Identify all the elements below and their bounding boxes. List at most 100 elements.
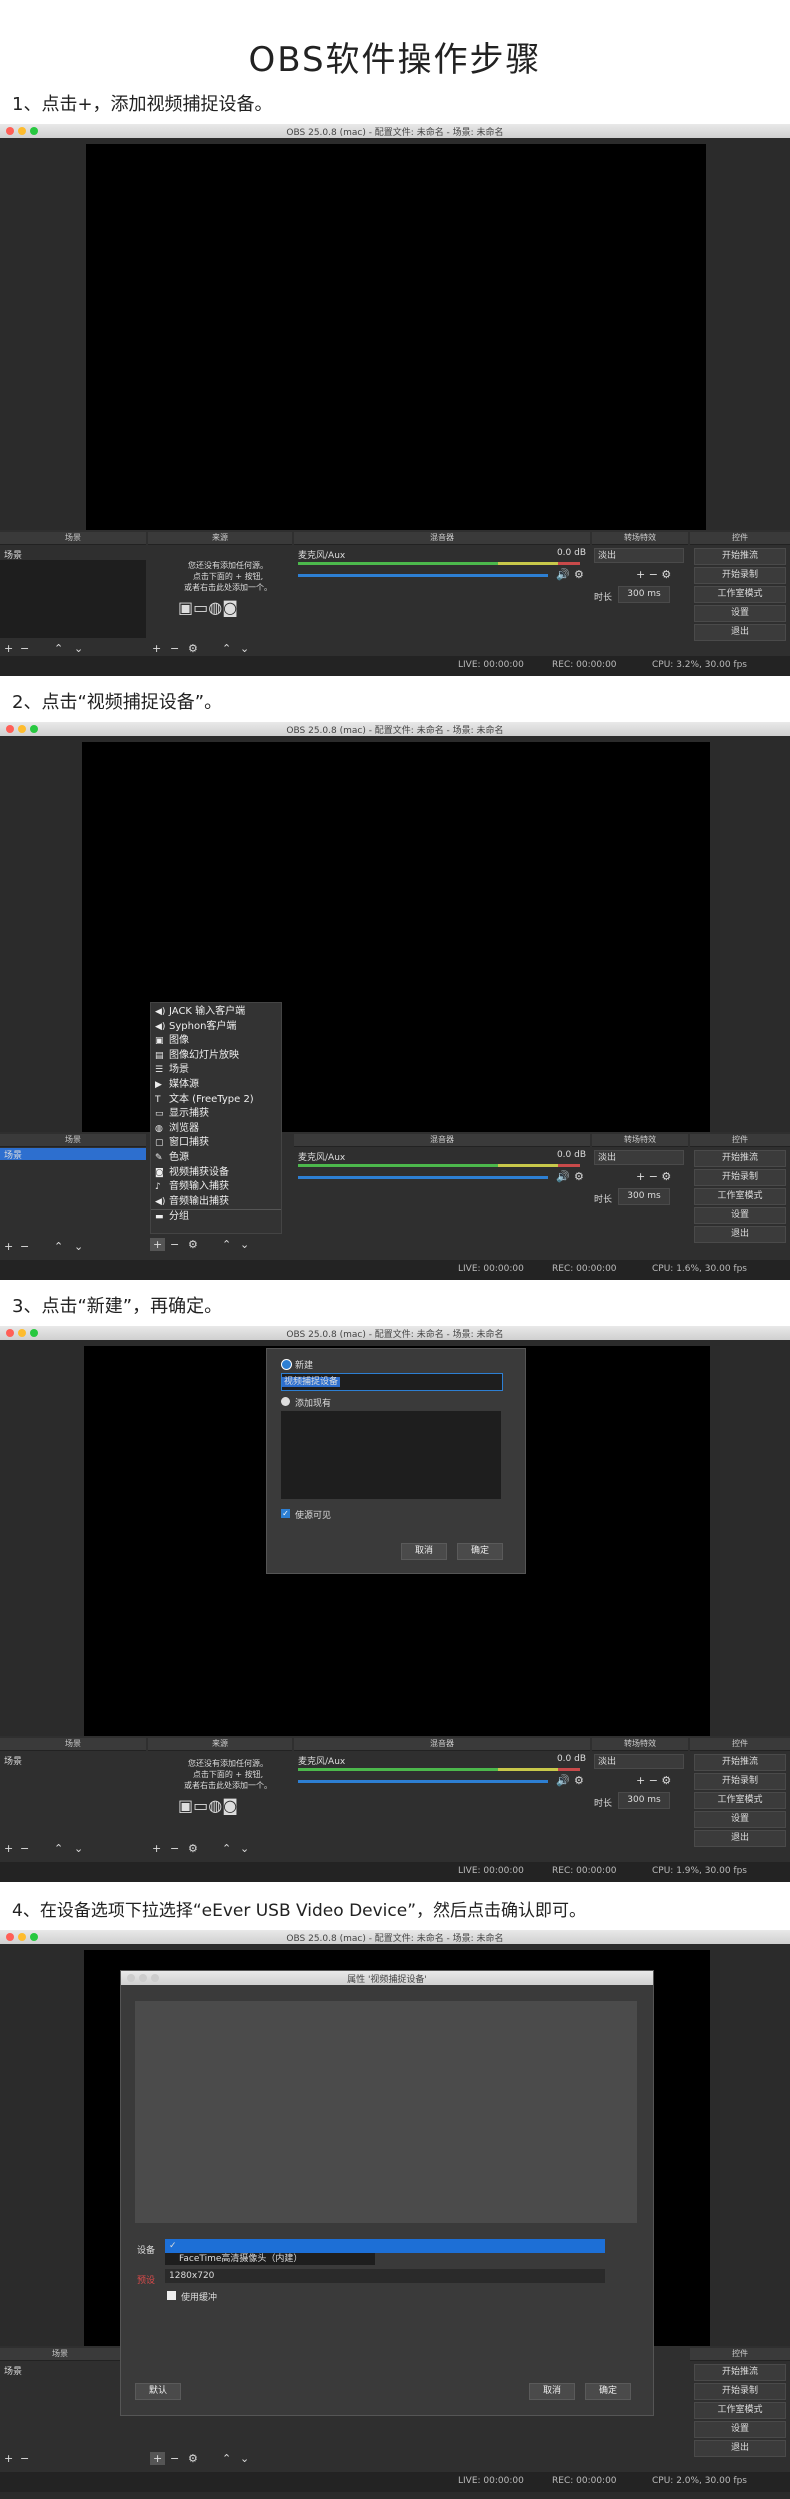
menu-item[interactable]: ▭ 显示捕获 (151, 1107, 281, 1122)
add-scene-icon[interactable]: + (4, 2452, 13, 2465)
menu-item[interactable]: ▶ 媒体源 (151, 1078, 281, 1093)
start-streaming-button[interactable]: 开始推流 (694, 2364, 786, 2381)
transition-select[interactable]: 淡出 (594, 548, 684, 563)
volume-slider[interactable] (298, 1176, 548, 1179)
gear-icon[interactable]: ⚙ (574, 1170, 584, 1183)
defaults-button[interactable]: 默认 (135, 2383, 181, 2400)
ok-button[interactable]: 确定 (457, 1543, 503, 1560)
settings-button[interactable]: 设置 (694, 1207, 786, 1224)
start-streaming-button[interactable]: 开始推流 (694, 548, 786, 565)
remove-source-icon[interactable]: − (170, 1238, 179, 1251)
menu-item[interactable]: ▢ 窗口捕获 (151, 1136, 281, 1151)
scene-item[interactable]: 场景 (4, 1754, 22, 1767)
cancel-button[interactable]: 取消 (401, 1543, 447, 1560)
speaker-icon[interactable]: 🔊 (556, 1170, 570, 1183)
add-transition-icon[interactable]: + − ⚙ (636, 568, 671, 581)
scene-item[interactable]: 场景 (0, 1148, 146, 1161)
scene-item[interactable]: 场景 (4, 2364, 22, 2377)
start-recording-button[interactable]: 开始录制 (694, 1773, 786, 1790)
move-up-icon[interactable]: ⌃ (54, 1842, 63, 1855)
remove-source-icon[interactable]: − (170, 642, 179, 655)
transition-select[interactable]: 淡出 (594, 1754, 684, 1769)
move-up-icon[interactable]: ⌃ (222, 1238, 231, 1251)
add-source-icon[interactable]: + (150, 1238, 166, 1251)
settings-button[interactable]: 设置 (694, 1811, 786, 1828)
move-up-icon[interactable]: ⌃ (222, 642, 231, 655)
add-source-icon[interactable]: + (150, 2452, 166, 2465)
gear-icon[interactable]: ⚙ (188, 2452, 198, 2465)
add-source-icon[interactable]: + (152, 1842, 161, 1855)
move-up-icon[interactable]: ⌃ (54, 642, 63, 655)
gear-icon[interactable]: ⚙ (188, 642, 198, 655)
duration-input[interactable]: 300 ms (618, 586, 670, 603)
move-down-icon[interactable]: ⌄ (74, 1842, 83, 1855)
duration-input[interactable]: 300 ms (618, 1188, 670, 1205)
remove-source-icon[interactable]: − (170, 2452, 179, 2465)
start-streaming-button[interactable]: 开始推流 (694, 1150, 786, 1167)
start-recording-button[interactable]: 开始录制 (694, 567, 786, 584)
start-recording-button[interactable]: 开始录制 (694, 2383, 786, 2400)
device-select[interactable]: ✓ (165, 2239, 605, 2253)
settings-button[interactable]: 设置 (694, 2421, 786, 2438)
add-scene-icon[interactable]: + (4, 1842, 13, 1855)
start-streaming-button[interactable]: 开始推流 (694, 1754, 786, 1771)
device-option[interactable]: FaceTime高清摄像头（内建） (165, 2253, 375, 2265)
move-up-icon[interactable]: ⌃ (54, 1240, 63, 1253)
remove-scene-icon[interactable]: − (20, 642, 29, 655)
exit-button[interactable]: 退出 (694, 1226, 786, 1243)
move-down-icon[interactable]: ⌄ (240, 1238, 249, 1251)
studio-mode-button[interactable]: 工作室模式 (694, 1792, 786, 1809)
exit-button[interactable]: 退出 (694, 1830, 786, 1847)
move-down-icon[interactable]: ⌄ (240, 1842, 249, 1855)
new-radio[interactable] (281, 1359, 292, 1370)
settings-button[interactable]: 设置 (694, 605, 786, 622)
menu-item[interactable]: ◀) JACK 输入客户端 (151, 1005, 281, 1020)
menu-item[interactable]: ♪ 音频输入捕获 (151, 1180, 281, 1195)
source-name-input[interactable]: 视频捕捉设备 (281, 1373, 503, 1391)
studio-mode-button[interactable]: 工作室模式 (694, 2402, 786, 2419)
menu-item[interactable]: ◍ 浏览器 (151, 1122, 281, 1137)
remove-source-icon[interactable]: − (170, 1842, 179, 1855)
ok-button[interactable]: 确定 (585, 2383, 631, 2400)
menu-item[interactable]: ◀) Syphon客户端 (151, 1020, 281, 1035)
menu-item[interactable]: ◀) 音频输出捕获 (151, 1195, 281, 1210)
speaker-icon[interactable]: 🔊 (556, 568, 570, 581)
move-down-icon[interactable]: ⌄ (240, 642, 249, 655)
menu-item[interactable]: ☰ 场景 (151, 1063, 281, 1078)
volume-slider[interactable] (298, 1780, 548, 1783)
menu-item[interactable]: ▣ 图像 (151, 1034, 281, 1049)
gear-icon[interactable]: ⚙ (574, 568, 584, 581)
gear-icon[interactable]: ⚙ (188, 1238, 198, 1251)
move-down-icon[interactable]: ⌄ (240, 2452, 249, 2465)
move-down-icon[interactable]: ⌄ (74, 1240, 83, 1253)
transition-select[interactable]: 淡出 (594, 1150, 684, 1165)
remove-scene-icon[interactable]: − (20, 1842, 29, 1855)
duration-input[interactable]: 300 ms (618, 1792, 670, 1809)
existing-sources-list[interactable] (281, 1411, 501, 1499)
visible-checkbox[interactable]: ✓ (281, 1509, 290, 1518)
menu-item[interactable]: ▬ 分组 (151, 1209, 281, 1225)
add-scene-icon[interactable]: + (4, 1240, 13, 1253)
cancel-button[interactable]: 取消 (529, 2383, 575, 2400)
move-down-icon[interactable]: ⌄ (74, 642, 83, 655)
studio-mode-button[interactable]: 工作室模式 (694, 586, 786, 603)
add-transition-icon[interactable]: + − ⚙ (636, 1774, 671, 1787)
menu-item[interactable]: T 文本 (FreeType 2) (151, 1093, 281, 1108)
exit-button[interactable]: 退出 (694, 624, 786, 641)
move-up-icon[interactable]: ⌃ (222, 2452, 231, 2465)
preset-select[interactable]: 1280x720 (165, 2269, 605, 2283)
add-scene-icon[interactable]: + (4, 642, 13, 655)
buffer-checkbox[interactable] (167, 2291, 176, 2300)
speaker-icon[interactable]: 🔊 (556, 1774, 570, 1787)
start-recording-button[interactable]: 开始录制 (694, 1169, 786, 1186)
menu-item[interactable]: ▤ 图像幻灯片放映 (151, 1049, 281, 1064)
menu-item[interactable]: ✎ 色源 (151, 1151, 281, 1166)
volume-slider[interactable] (298, 574, 548, 577)
add-transition-icon[interactable]: + − ⚙ (636, 1170, 671, 1183)
gear-icon[interactable]: ⚙ (188, 1842, 198, 1855)
studio-mode-button[interactable]: 工作室模式 (694, 1188, 786, 1205)
exit-button[interactable]: 退出 (694, 2440, 786, 2457)
menu-item[interactable]: ◙ 视频捕获设备 (151, 1166, 281, 1181)
existing-radio[interactable] (281, 1397, 290, 1406)
remove-scene-icon[interactable]: − (20, 1240, 29, 1253)
